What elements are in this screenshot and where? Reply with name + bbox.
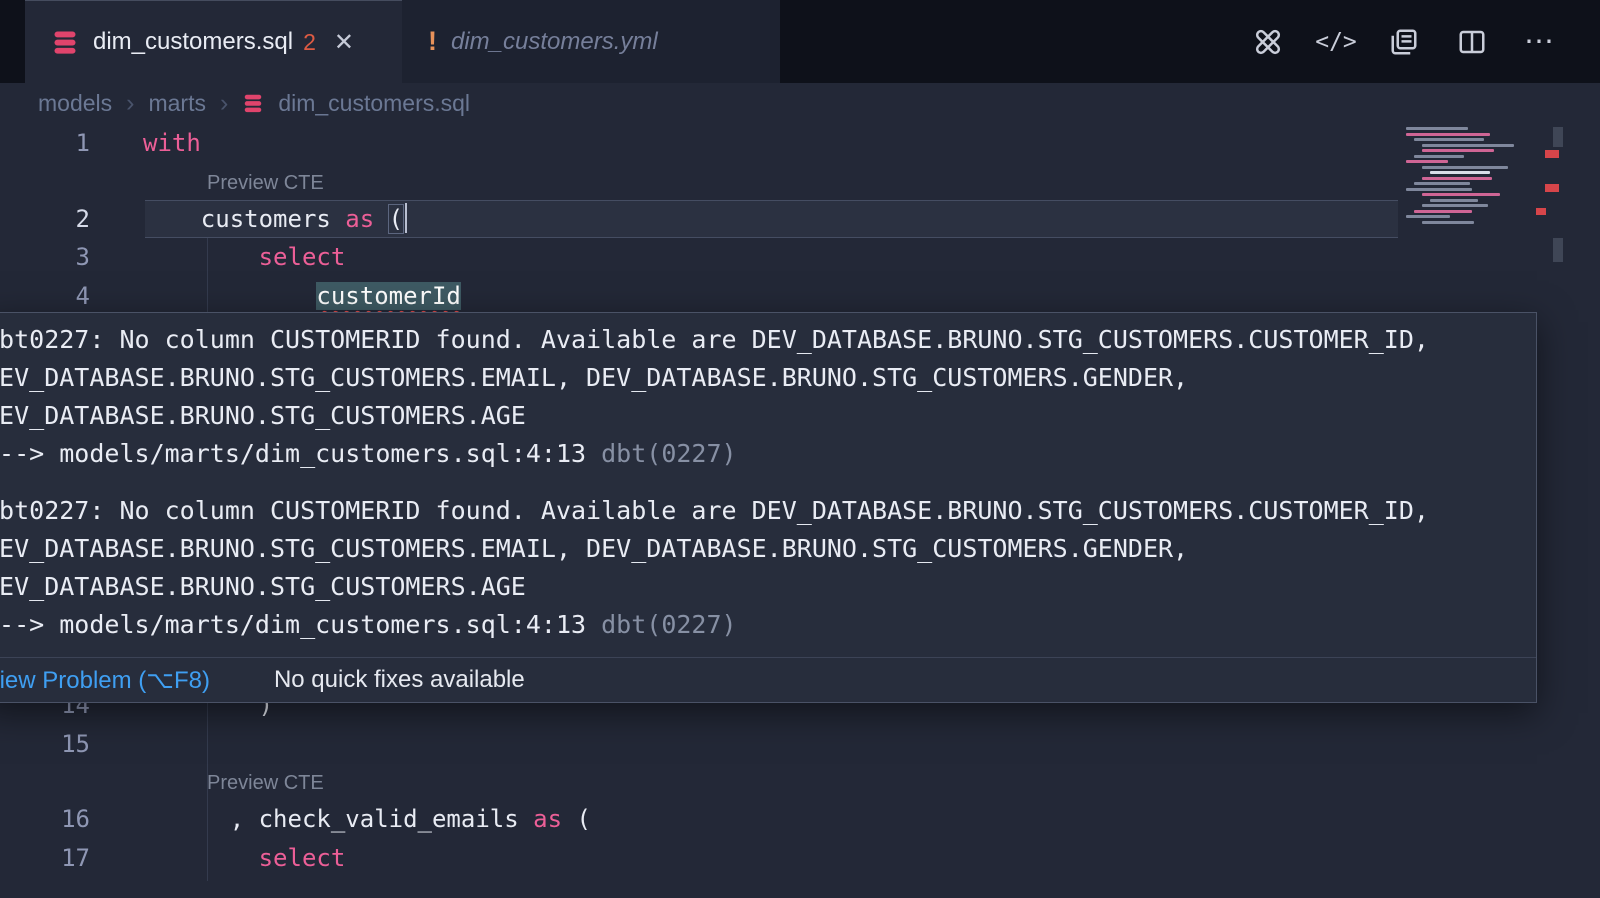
code-line-16[interactable]: 16 , check_valid_emails as ( — [0, 800, 1600, 839]
breadcrumb-item-models[interactable]: models — [38, 90, 112, 117]
view-problem-link[interactable]: View Problem (⌥F8) — [0, 666, 210, 695]
line-number: 16 — [0, 800, 90, 839]
breadcrumb-item-marts[interactable]: marts — [148, 90, 206, 117]
compile-code-icon[interactable]: </> — [1320, 26, 1352, 58]
overview-ruler-error-mark — [1545, 150, 1559, 158]
code-lens-preview-cte[interactable]: Preview CTE — [0, 763, 1600, 800]
split-editor-icon[interactable] — [1456, 26, 1488, 58]
code-line-3[interactable]: 3 select — [0, 238, 1600, 277]
diagnostics-messages: dbt0227: No column CUSTOMERID found. Ava… — [0, 313, 1536, 657]
tab-dim-customers-sql[interactable]: dim_customers.sql 2 ✕ — [25, 0, 402, 83]
line-number: 17 — [0, 839, 90, 878]
minimap-error-marker — [1536, 208, 1546, 215]
text-cursor — [405, 203, 407, 233]
code-line-2[interactable]: 2 customers as ( — [0, 200, 1600, 239]
close-icon[interactable]: ✕ — [334, 28, 354, 57]
more-actions-icon[interactable]: ⋯ — [1524, 24, 1556, 59]
editor-window: dim_customers.sql 2 ✕ ! dim_customers.ym… — [0, 0, 1600, 898]
no-quick-fixes-text: No quick fixes available — [274, 666, 525, 694]
code-text: select — [143, 238, 345, 277]
code-text: with — [143, 124, 201, 163]
diagnostic-message: dbt0227: No column CUSTOMERID found. Ava… — [0, 492, 1518, 644]
tab-label: dim_customers.sql — [93, 28, 293, 56]
tab-label: dim_customers.yml — [451, 28, 658, 56]
line-number: 15 — [0, 725, 90, 764]
code-line-15[interactable]: 15 — [0, 725, 1600, 764]
breadcrumb: models › marts › dim_customers.sql — [0, 83, 1600, 123]
code-text: customers as ( — [143, 200, 407, 239]
scrollbar-thumb[interactable] — [1553, 238, 1563, 262]
line-number: 4 — [0, 277, 90, 316]
code-text: , check_valid_emails as ( — [143, 800, 591, 839]
code-lens-preview-cte[interactable]: Preview CTE — [0, 163, 1600, 200]
line-number: 3 — [0, 238, 90, 277]
code-line-4[interactable]: 4 customerId — [0, 277, 1600, 316]
diagnostic-code: dbt(0227) — [601, 439, 736, 468]
scrollbar-thumb[interactable] — [1553, 127, 1563, 147]
code-line-17[interactable]: 17 select — [0, 839, 1600, 878]
hover-status-bar: View Problem (⌥F8) No quick fixes availa… — [0, 657, 1536, 702]
diagnostic-code: dbt(0227) — [601, 610, 736, 639]
diagnostic-message: dbt0227: No column CUSTOMERID found. Ava… — [0, 321, 1518, 473]
chevron-right-icon: › — [126, 89, 134, 118]
database-icon — [242, 92, 264, 114]
dbt-build-icon[interactable] — [1252, 26, 1284, 58]
chevron-right-icon: › — [220, 89, 228, 118]
line-number: 1 — [0, 124, 90, 163]
code-text: select — [143, 839, 345, 878]
modified-count-badge: 2 — [303, 29, 316, 56]
line-number: 2 — [0, 200, 90, 239]
tab-dim-customers-yml[interactable]: ! dim_customers.yml — [402, 0, 780, 83]
overview-ruler-error-mark — [1545, 184, 1559, 192]
diagnostics-hover-popup: dbt0227: No column CUSTOMERID found. Ava… — [0, 312, 1537, 703]
database-icon — [51, 28, 79, 56]
code-line-1[interactable]: 1 with — [0, 124, 1600, 163]
error-token: customerId — [316, 282, 461, 310]
query-results-icon[interactable] — [1388, 26, 1420, 58]
error-badge: ! — [428, 26, 437, 57]
tab-bar: dim_customers.sql 2 ✕ ! dim_customers.ym… — [0, 0, 1600, 83]
code-text: customerId — [143, 277, 461, 316]
minimap[interactable] — [1406, 127, 1542, 226]
editor-toolbar: </> ⋯ — [1252, 0, 1600, 83]
breadcrumb-item-file[interactable]: dim_customers.sql — [278, 90, 470, 117]
